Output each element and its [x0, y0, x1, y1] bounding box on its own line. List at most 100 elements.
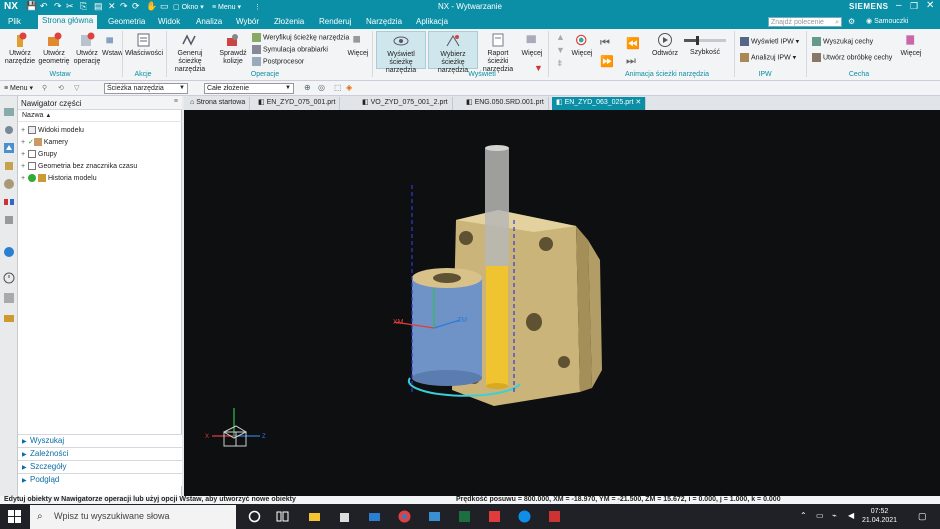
reset-icon[interactable]: ⟲ — [58, 84, 64, 92]
volume-icon[interactable]: ◀ — [848, 511, 854, 520]
properties-button[interactable]: Właściwości — [124, 32, 164, 58]
tab-geometria[interactable]: Geometria — [104, 16, 149, 29]
taskbar-search-input[interactable]: ⌕ Wpisz tu wyszukiwane słowa — [30, 505, 236, 529]
minimize-button[interactable]: – — [896, 0, 902, 11]
find-features-button[interactable]: Wyszukaj cechy — [812, 37, 873, 46]
restore-button[interactable]: ❐ — [910, 1, 918, 12]
tab-widok[interactable]: Widok — [154, 16, 184, 29]
expand-icon[interactable]: + — [21, 127, 28, 134]
speed-slider-thumb[interactable] — [695, 36, 699, 45]
tool-icon[interactable]: ▼ — [534, 63, 543, 73]
mail-icon[interactable] — [368, 510, 381, 523]
end-icon[interactable]: ⏭ — [626, 55, 636, 68]
close-tab-icon[interactable]: ✕ — [635, 99, 641, 106]
scope-select[interactable]: Całe złożenie ▼ — [204, 83, 294, 94]
machine-tool-icon[interactable] — [3, 124, 15, 136]
filter-funnel-icon[interactable]: ▽ — [74, 84, 79, 92]
display-ipw-button[interactable]: Wyświetl IPW ▾ — [740, 37, 799, 46]
toolpath-report-button[interactable]: Raport ścieżki narzędzia — [480, 32, 516, 74]
snap-point-icon[interactable]: ⊕ — [304, 83, 311, 92]
verify-toolpath-button[interactable]: Weryfikuj ścieżkę narzędzia — [252, 33, 349, 42]
step-down-icon[interactable]: ▼ — [556, 45, 565, 55]
check-collisions-button[interactable]: Sprawdź kolizje — [216, 32, 250, 66]
part-navigator-icon[interactable] — [3, 142, 15, 154]
display-more-button[interactable]: Więcej — [520, 32, 544, 58]
tab-renderuj[interactable]: Renderuj — [315, 16, 355, 29]
panel-preview[interactable]: ▶ Podgląd — [18, 473, 182, 486]
view-triad[interactable]: X Z — [205, 408, 266, 447]
windows-start-icon[interactable] — [8, 510, 21, 523]
graphics-window[interactable]: XM ZM X Z — [184, 110, 940, 496]
history-icon[interactable] — [3, 272, 15, 284]
boss-cylinder[interactable] — [412, 268, 482, 386]
assembly-navigator-icon[interactable] — [3, 160, 15, 172]
model-view[interactable]: XM ZM X Z — [184, 110, 940, 496]
analyze-ipw-button[interactable]: Analizuj IPW ▾ — [740, 53, 796, 62]
filter-icon[interactable]: ⚲ — [42, 84, 47, 92]
battery-icon[interactable]: ⌁ — [832, 511, 837, 520]
select-toolpath-button[interactable]: Wybierz ścieżkę narzędzia — [428, 31, 478, 74]
notifications-icon[interactable]: ▢ — [918, 511, 927, 522]
nx-app-icon[interactable] — [488, 510, 501, 523]
cutting-tool[interactable] — [486, 266, 508, 389]
operations-more-button[interactable]: Więcej — [346, 32, 370, 58]
step-end-icon[interactable]: ⇟ — [556, 58, 564, 69]
doc-tab-en-zyd-075[interactable]: ◧ EN_ZYD_075_001.prt — [254, 97, 341, 110]
panel-search[interactable]: ▶ Wyszukaj — [18, 434, 182, 447]
tab-zlozenia[interactable]: Złożenia — [270, 16, 308, 29]
render-icon[interactable]: ◈ — [346, 83, 352, 92]
selection-icon[interactable]: ⬚ — [334, 83, 342, 92]
tab-narzedzia[interactable]: Narzędzia — [362, 16, 406, 29]
tab-strona-glowna[interactable]: Strona główna — [38, 15, 98, 29]
step-forward-icon[interactable]: ⏩ — [600, 55, 614, 68]
doc-tab-vo-zyd-075[interactable]: ◧ VO_ZYD_075_001_2.prt — [358, 97, 453, 110]
rewind-icon[interactable]: ⏮ — [600, 37, 610, 50]
pin-app-icon[interactable] — [548, 510, 561, 523]
role-icon[interactable] — [3, 312, 15, 324]
view-icon[interactable]: ◎ — [318, 83, 325, 92]
play-button[interactable]: Odtwórz — [650, 32, 680, 58]
step-up-icon[interactable]: ▲ — [556, 32, 565, 42]
system-clock[interactable]: 07:52 21.04.2021 — [862, 507, 897, 525]
store-icon[interactable] — [338, 510, 351, 523]
tab-wybor[interactable]: Wybór — [232, 16, 263, 29]
display-toolpath-button[interactable]: Wyświetl ścieżkę narzędzia — [376, 31, 426, 74]
tab-aplikacja[interactable]: Aplikacja — [412, 16, 452, 29]
operation-navigator-icon[interactable] — [3, 106, 15, 118]
expand-icon[interactable]: + — [21, 163, 28, 170]
tree-row-groups[interactable]: + Grupy — [21, 150, 57, 158]
process-studio-icon[interactable] — [3, 292, 15, 304]
speed-slider[interactable] — [684, 36, 726, 45]
cortana-icon[interactable] — [248, 510, 261, 523]
feature-more-button[interactable]: Więcej — [898, 32, 924, 58]
file-explorer-icon[interactable] — [308, 510, 321, 523]
doc-tab-eng-050[interactable]: ◧ ENG.050.SRD.001.prt — [462, 97, 549, 110]
type-filter-select[interactable]: Ścieżka narzędzia ▼ — [104, 83, 188, 94]
create-operation-button[interactable]: Utwórz operację — [72, 32, 102, 66]
doc-tab-start[interactable]: ⌂ Strona startowa — [186, 97, 251, 110]
navigator-menu-icon[interactable]: ≡ — [174, 98, 178, 105]
feature-navigator-icon[interactable] — [3, 196, 15, 208]
task-view-icon[interactable] — [276, 510, 289, 523]
generate-toolpath-button[interactable]: Generuj ścieżkę narzędzia — [168, 32, 212, 74]
doc-tab-en-zyd-063[interactable]: ◧ EN_ZYD_063_025.prt ✕ — [552, 97, 647, 110]
animation-more-button[interactable]: Więcej — [570, 32, 594, 58]
create-geometry-button[interactable]: Utwórz geometrię — [38, 32, 70, 66]
tree-row-unused-geometry[interactable]: + Geometria bez znacznika czasu — [21, 162, 137, 170]
tree-row-model-history[interactable]: + Historia modelu — [21, 174, 97, 182]
expand-icon[interactable]: + — [21, 139, 28, 146]
constraint-navigator-icon[interactable] — [3, 178, 15, 190]
column-header[interactable]: Nazwa ▲ — [18, 110, 182, 122]
postprocessor-button[interactable]: Postprocesor — [252, 57, 304, 66]
expand-icon[interactable]: + — [21, 175, 28, 182]
close-button[interactable]: ✕ — [926, 0, 934, 11]
command-search-input[interactable]: Znajdź polecenie ⌕ — [768, 17, 842, 27]
network-icon[interactable]: ▭ — [816, 511, 824, 520]
settings-icon[interactable]: ⚙ — [848, 17, 855, 26]
teamviewer-icon[interactable] — [518, 510, 531, 523]
expand-icon[interactable]: + — [21, 151, 28, 158]
tab-plik[interactable]: Plik — [4, 16, 25, 29]
tool-holder[interactable] — [485, 145, 509, 266]
insert-more-button[interactable]: Wstaw — [102, 32, 123, 58]
reuse-library-icon[interactable] — [3, 214, 15, 226]
